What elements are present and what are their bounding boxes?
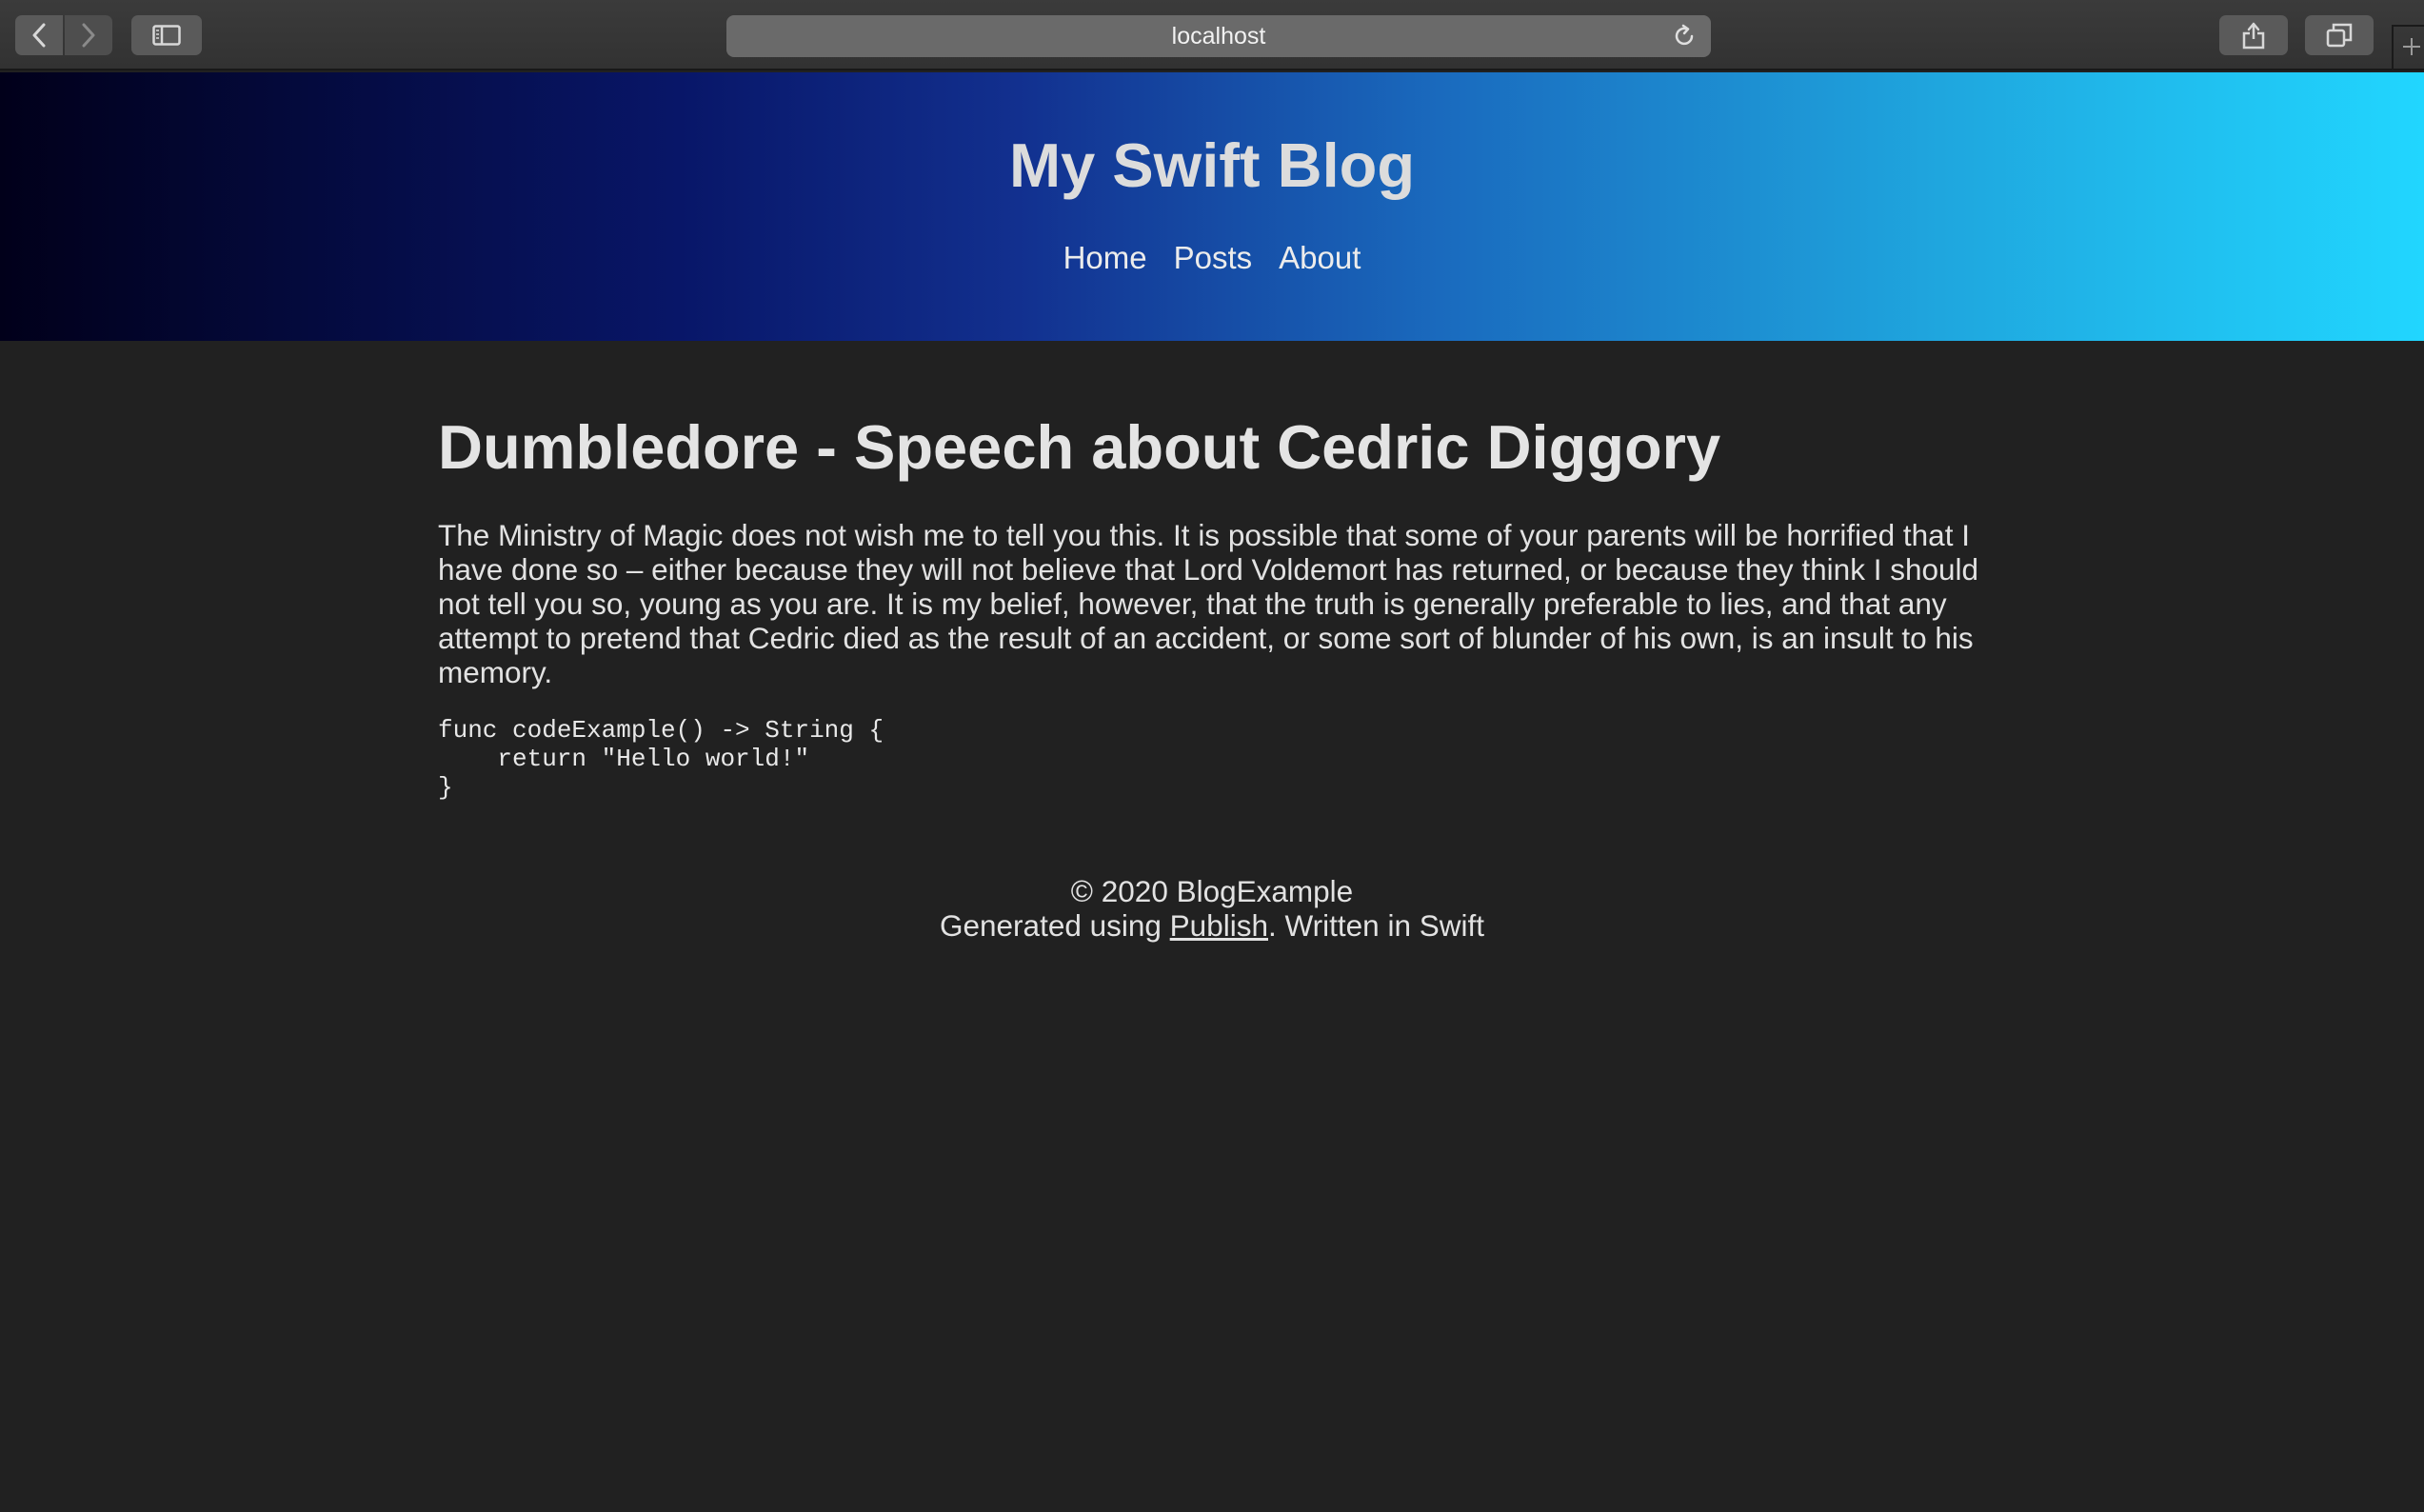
footer-copyright: © 2020 BlogExample [1070,874,1354,908]
reload-icon[interactable] [1671,23,1698,56]
sidebar-icon [152,25,181,46]
post-content: Dumbledore - Speech about Cedric Diggory… [438,413,1999,802]
address-text: localhost [1171,22,1266,50]
post-title: Dumbledore - Speech about Cedric Diggory [438,412,1721,482]
chevron-right-icon [81,23,96,48]
site-nav: Home Posts About [0,240,2424,276]
share-icon [2241,21,2266,50]
browser-toolbar: localhost [0,0,2424,70]
address-bar[interactable]: localhost [726,15,1711,57]
nav-link-about[interactable]: About [1279,240,1361,276]
site-title[interactable]: My Swift Blog [0,131,2424,200]
back-button[interactable] [15,15,63,55]
footer-generated-prefix: Generated using [940,908,1170,943]
plus-icon [2401,36,2422,62]
sidebar-toggle-button[interactable] [131,15,202,55]
new-tab-button[interactable] [2392,25,2424,70]
share-button[interactable] [2219,15,2288,55]
site-header: My Swift Blog Home Posts About [0,72,2424,341]
site-footer: © 2020 BlogExample Generated using Publi… [0,874,2424,943]
forward-button[interactable] [65,15,112,55]
footer-generated: Generated using Publish. Written in Swif… [0,908,2424,943]
post-body: The Ministry of Magic does not wish me t… [438,517,1979,689]
nav-link-posts[interactable]: Posts [1174,240,1253,276]
tab-overview-icon [2326,23,2353,48]
chevron-left-icon [31,23,47,48]
nav-link-home[interactable]: Home [1063,240,1147,276]
tab-overview-button[interactable] [2305,15,2374,55]
publish-link[interactable]: Publish [1170,908,1268,943]
footer-generated-suffix: . Written in Swift [1268,908,1484,943]
code-block: func codeExample() -> String { return "H… [438,715,884,802]
